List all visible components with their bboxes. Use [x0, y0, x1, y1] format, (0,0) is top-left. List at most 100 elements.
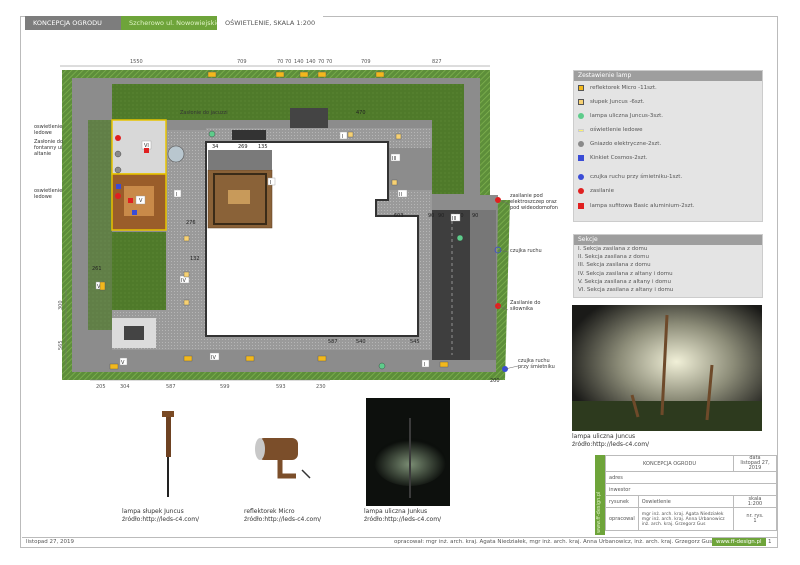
lawn-strip [88, 120, 112, 330]
legend-item-wall: Kinkiet Cosmos-2szt. [578, 155, 647, 161]
dim-132: 132 [190, 256, 200, 262]
dim-276: 276 [186, 220, 196, 226]
tb-scale: skala 1:200 [733, 495, 777, 508]
dim-top-5: 140 [306, 59, 316, 65]
dim-bottom-0: 205 [96, 384, 106, 390]
seating-furniture [124, 326, 144, 340]
top-dimensions: 1550 709 70 70 140 140 70 70 709 827 [60, 59, 490, 67]
tb-drawing-value: Oswietlenie [637, 495, 735, 508]
wall-lamp-icon [578, 155, 584, 161]
tag-i-1: I [176, 192, 177, 198]
caption-street-lamp-garden: lampa uliczna Juncus źródło:http://leds-… [572, 433, 650, 448]
dim-603: 603 [394, 213, 404, 219]
sections-title: Sekcje [574, 235, 762, 245]
dim-top-4: 140 [294, 59, 304, 65]
coffee-table [228, 190, 250, 204]
dim-top-9: 827 [432, 59, 442, 65]
label-actuator-power: Zasilanie do siłownika [510, 300, 541, 312]
label-led-lighting-2: oswietlenie ledowe [34, 188, 63, 200]
legend-item-spot: reflektorek Micro -11szt. [578, 85, 657, 91]
dim-269: 269 [238, 144, 248, 150]
street-lamp-icon [578, 113, 584, 119]
caption-bollard: lampa słupek Juncus źródło:http://leds-c… [122, 508, 200, 523]
plan-annotations: Zasłonie do jacuzzi [180, 110, 228, 116]
tag-iii-1: III [392, 156, 396, 162]
photo-bollard [162, 411, 174, 497]
tag-v-2: V [121, 360, 125, 366]
dim-bottom-2: 587 [166, 384, 176, 390]
photo-street-lamp-night [366, 398, 450, 506]
legend-item-street: lampa uliczna Juncus-3szt. [578, 113, 663, 119]
label-jacuzzi-power: Zasłonie do jacuzzi [180, 110, 228, 116]
bottom-dimensions: 205 304 587 599 593 230 [90, 379, 330, 390]
tb-sheet-number: nr. rys. 1 [733, 507, 777, 531]
dim-top-0: 1550 [130, 59, 143, 65]
title-block: KONCEPCJA OGRODU data listopad 27, 2019 a… [605, 455, 777, 531]
tb-author-label: opracowal [605, 507, 639, 531]
tb-author-value: mgr inż. arch. kraj. Agata Niedziałek mg… [637, 507, 735, 531]
footer-page: 1 [768, 539, 772, 545]
led-strip-icon [578, 128, 584, 132]
tb-project: KONCEPCJA OGRODU [605, 455, 734, 472]
section-1: I. Sekcja zasilana z domu [578, 246, 648, 252]
caption-street-lamp-night: lampa uliczna Junkus źródło:http://leds-… [364, 508, 442, 523]
jacuzzi [167, 145, 185, 163]
tb-drawing-label: rysunek [605, 495, 639, 508]
dim-90b: 90 [438, 213, 444, 219]
dim-200: 200 [490, 378, 500, 384]
pergola-jacuzzi [111, 119, 167, 175]
lamp-legend: Zestawienie lamp reflektorek Micro -11sz… [573, 70, 763, 222]
footer-bar: listopad 27, 2019 opracował: mgr inż. ar… [22, 537, 778, 548]
dim-top-1: 709 [237, 59, 247, 65]
dim-left-1: 565 [58, 340, 64, 350]
dining-strip [208, 150, 272, 170]
tag-i-2: I [270, 180, 271, 186]
lawn-right [432, 84, 464, 194]
tb-date: data listopad 27, 2019 [733, 455, 777, 472]
dim-top-2: 70 [277, 59, 283, 65]
photo-spotlight [255, 438, 311, 479]
section-3: III. Sekcja zasilana z domu [578, 262, 651, 269]
legend-item-sensor: czujka ruchu przy śmietniku-1szt. [578, 174, 682, 180]
garden-furniture-top [290, 108, 328, 128]
tag-iv-1: IV [211, 355, 216, 361]
footer-authors: opracował: mgr inż. arch. kraj. Agata Ni… [394, 539, 713, 545]
footer-website: www.ff-design.pl [712, 538, 766, 546]
section-5: V. Sekcja zasilana z altany i domu [578, 278, 671, 285]
dim-587: 587 [328, 339, 338, 345]
tag-v: V [139, 198, 143, 204]
legend-item-power: zasilanie [578, 188, 614, 194]
section-4: IV. Sekcja zasilana z altany i domu [578, 270, 673, 277]
driveway [432, 210, 470, 360]
dim-34: 34 [212, 144, 218, 150]
dim-540: 540 [356, 339, 366, 345]
dim-90a: 90 [428, 213, 434, 219]
tag-i-4: I [424, 362, 425, 368]
footer-date: listopad 27, 2019 [26, 539, 75, 545]
label-fountain-power: Zasłonie do fontanny ui altanie [34, 139, 64, 157]
sensor-icon [578, 174, 584, 180]
garden-plan: 1550 709 70 70 140 140 70 70 709 827 470… [58, 59, 519, 390]
dim-top-8: 709 [361, 59, 371, 65]
legend-title: Zestawienie lamp [574, 71, 762, 81]
legend-item-bollard: słupek Juncus -6szt. [578, 99, 645, 105]
label-gate-power: zasilanie pod elektroszczep oraz pod wid… [510, 193, 558, 211]
title-block-side-strip: www.ff-design.pl [595, 455, 605, 535]
legend-item-led: oświetlenie ledowe [578, 127, 643, 133]
tag-ii: II [399, 192, 402, 198]
tag-i-3: I [342, 134, 343, 140]
tag-iv-2: IV [181, 278, 186, 284]
ceiling-lamp-icon [578, 203, 584, 209]
socket-icon [578, 141, 584, 147]
dim-135: 135 [258, 144, 268, 150]
tb-adres: adres [605, 471, 777, 484]
label-trash-sensor: czujka ruchu przy śmietniku [518, 358, 555, 370]
dim-left-0: 300 [58, 300, 64, 310]
tb-inwestor: inwestor [605, 483, 777, 496]
legend-item-socket: Gniazdo elektryczne-2szt. [578, 141, 661, 147]
label-motion-sensor: czujka ruchu [510, 248, 542, 254]
caption-spotlight: reflektorek Micro źródło:http://leds-c4.… [244, 508, 322, 523]
section-6: VI. Sekcja zasilana z altany i domu [578, 287, 674, 294]
section-2: II. Sekcja zasilana z domu [578, 254, 649, 261]
dim-bottom-4: 593 [276, 384, 286, 390]
